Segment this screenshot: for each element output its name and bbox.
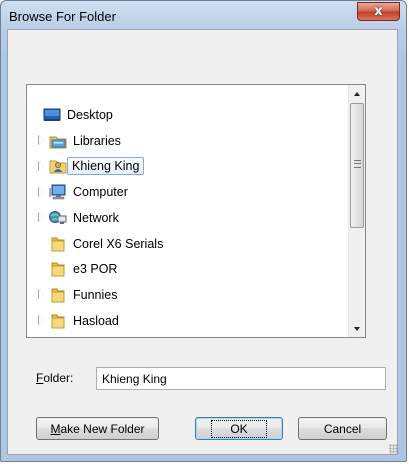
tree-item-label: e3 POR xyxy=(73,262,118,277)
tree-item-label: Hasload xyxy=(73,313,119,328)
scroll-up-button[interactable] xyxy=(349,85,365,102)
cancel-button[interactable]: Cancel xyxy=(298,417,387,440)
tree-item[interactable]: e3 POR xyxy=(37,258,118,280)
desktop-icon xyxy=(43,107,61,123)
title-bar[interactable]: Browse For Folder x xyxy=(1,1,406,31)
folder-icon xyxy=(49,261,67,277)
vertical-scrollbar[interactable] xyxy=(348,85,365,337)
tree-item-label: Funnies xyxy=(73,287,118,302)
user-folder-icon xyxy=(49,158,67,174)
window-title: Browse For Folder xyxy=(9,9,116,24)
resize-grip-icon[interactable] xyxy=(389,444,399,454)
tree-item-label: Network xyxy=(73,210,119,225)
cancel-label: Cancel xyxy=(323,421,362,436)
tree-item[interactable]: Corel X6 Serials xyxy=(37,233,164,255)
folder-tree[interactable]: Desktop Libraries Khieng King Computer Netwo… xyxy=(26,84,366,338)
tree-item-label: Khieng King xyxy=(67,157,145,176)
expand-arrow-icon[interactable] xyxy=(37,160,46,171)
folder-label-text: older: xyxy=(43,371,74,385)
tree-item[interactable]: Libraries xyxy=(37,130,122,152)
expand-arrow-icon[interactable] xyxy=(37,289,46,300)
make-new-folder-label: ake New Folder xyxy=(60,421,145,436)
folder-icon xyxy=(49,287,67,303)
ok-label: OK xyxy=(211,419,267,438)
tree-item[interactable]: Khieng King xyxy=(37,155,145,177)
tree-item-label: Computer xyxy=(73,185,128,200)
tree-item-partial[interactable] xyxy=(37,335,72,337)
network-icon xyxy=(49,210,67,226)
scroll-thumb[interactable] xyxy=(350,103,364,228)
expand-arrow-icon[interactable] xyxy=(37,315,46,326)
expand-arrow-icon[interactable] xyxy=(37,186,46,197)
tree-item-label: Desktop xyxy=(67,108,113,122)
tree-item-label: Libraries xyxy=(73,133,121,148)
close-button[interactable]: x xyxy=(357,2,400,21)
libraries-icon xyxy=(49,133,67,149)
tree-item-label: Corel X6 Serials xyxy=(73,236,164,251)
expand-arrow-icon[interactable] xyxy=(37,135,46,146)
expand-arrow-icon[interactable] xyxy=(37,212,46,223)
folder-field-label: Folder: xyxy=(36,371,73,385)
tree-item[interactable]: Desktop xyxy=(43,104,114,126)
make-new-folder-button[interactable]: Make New Folder xyxy=(36,417,159,440)
computer-icon xyxy=(49,184,67,200)
close-icon: x xyxy=(374,4,383,19)
make-new-folder-accesskey: M xyxy=(50,421,61,436)
tree-item[interactable]: Funnies xyxy=(37,284,118,306)
tree-item[interactable]: Network xyxy=(37,207,120,229)
folder-icon xyxy=(49,313,67,329)
scroll-down-arrow-icon xyxy=(354,326,360,331)
scroll-up-arrow-icon xyxy=(354,91,360,96)
folder-icon xyxy=(49,236,67,252)
ok-button[interactable]: OK xyxy=(195,417,283,440)
tree-item[interactable]: Hasload xyxy=(37,310,120,332)
tree-item[interactable]: Computer xyxy=(37,181,129,203)
folder-tree-items: Desktop Libraries Khieng King Computer Netwo… xyxy=(27,85,348,337)
scroll-down-button[interactable] xyxy=(349,320,365,337)
scroll-grip-icon xyxy=(354,160,361,168)
folder-name-input[interactable] xyxy=(96,367,386,390)
